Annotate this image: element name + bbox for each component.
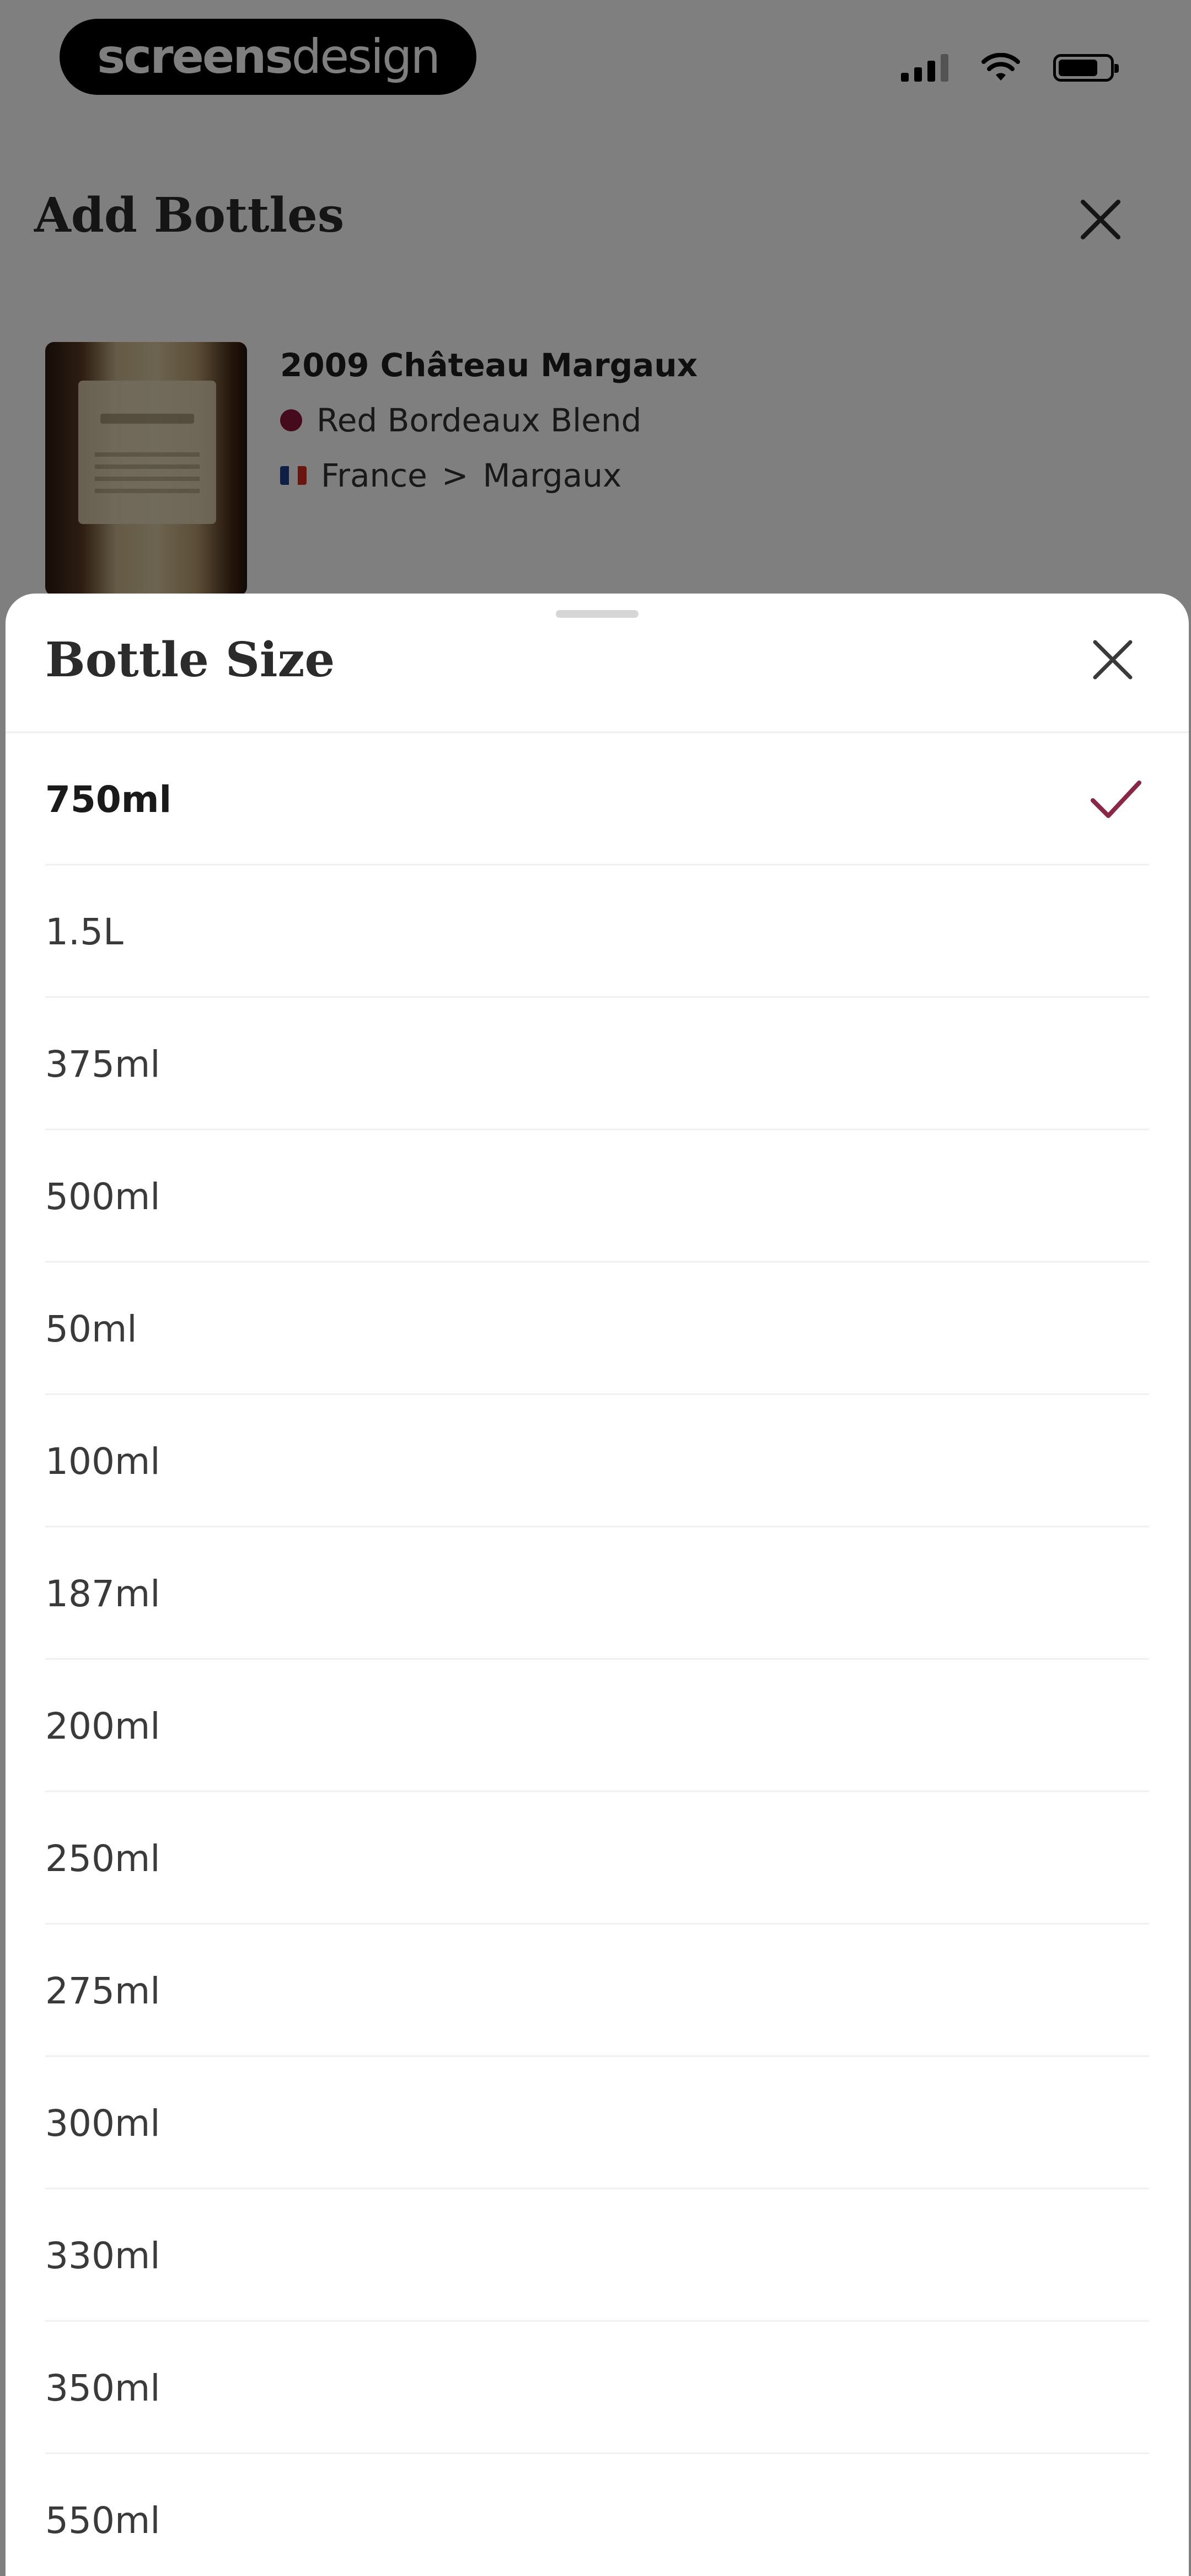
sheet-grabber[interactable] bbox=[556, 610, 639, 618]
size-option-label: 50ml bbox=[45, 1307, 137, 1350]
size-option-label: 187ml bbox=[45, 1572, 160, 1615]
size-option[interactable]: 1.5L bbox=[6, 865, 1189, 998]
size-option-label: 200ml bbox=[45, 1704, 160, 1747]
size-option[interactable]: 375ml bbox=[6, 998, 1189, 1130]
close-icon[interactable] bbox=[1086, 633, 1139, 686]
size-option-label: 500ml bbox=[45, 1175, 160, 1218]
size-option-label: 330ml bbox=[45, 2234, 160, 2277]
size-option[interactable]: 550ml bbox=[6, 2454, 1189, 2576]
size-option[interactable]: 187ml bbox=[6, 1527, 1189, 1660]
size-option-label: 100ml bbox=[45, 1440, 160, 1483]
size-option[interactable]: 330ml bbox=[6, 2189, 1189, 2322]
size-option-label: 375ml bbox=[45, 1043, 160, 1086]
sheet-title: Bottle Size bbox=[45, 632, 335, 688]
size-option[interactable]: 750ml bbox=[6, 733, 1189, 865]
size-option[interactable]: 250ml bbox=[6, 1792, 1189, 1925]
size-option-label: 250ml bbox=[45, 1837, 160, 1880]
size-option-label: 1.5L bbox=[45, 910, 124, 953]
bottle-size-list: 750ml 1.5L 375ml 500ml 50ml 100ml 187ml … bbox=[6, 733, 1189, 2576]
size-option-label: 750ml bbox=[45, 778, 172, 821]
size-option[interactable]: 100ml bbox=[6, 1395, 1189, 1527]
size-option-label: 550ml bbox=[45, 2499, 160, 2542]
size-option[interactable]: 50ml bbox=[6, 1263, 1189, 1395]
size-option[interactable]: 300ml bbox=[6, 2057, 1189, 2189]
size-option[interactable]: 275ml bbox=[6, 1925, 1189, 2057]
size-option-label: 300ml bbox=[45, 2102, 160, 2145]
size-option[interactable]: 200ml bbox=[6, 1660, 1189, 1792]
checkmark-icon bbox=[1091, 781, 1141, 818]
size-option-label: 275ml bbox=[45, 1969, 160, 2012]
size-option-label: 350ml bbox=[45, 2366, 160, 2409]
size-option[interactable]: 500ml bbox=[6, 1130, 1189, 1263]
size-option[interactable]: 350ml bbox=[6, 2322, 1189, 2454]
bottle-size-sheet: Bottle Size 750ml 1.5L 375ml 500ml 50ml … bbox=[6, 594, 1189, 2576]
